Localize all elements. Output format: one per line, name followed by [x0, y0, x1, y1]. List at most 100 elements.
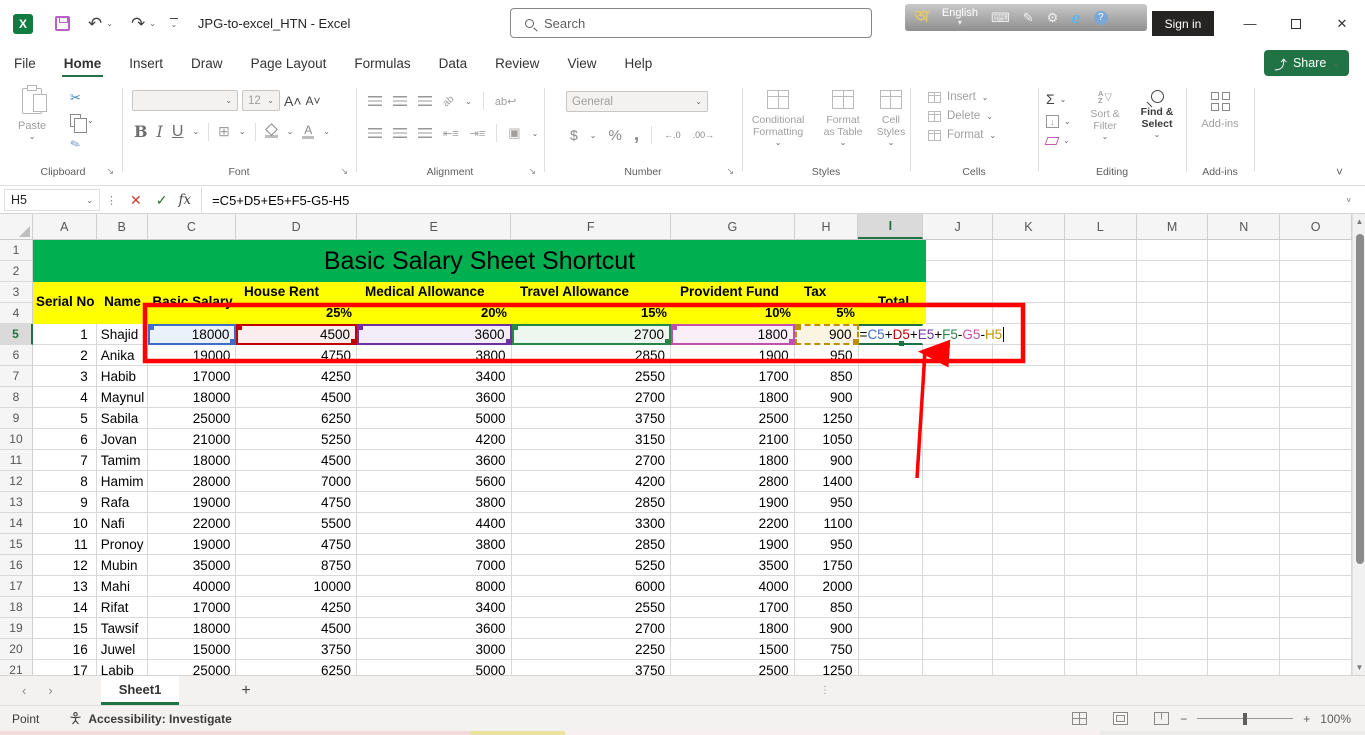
- font-name-combo[interactable]: ⌄: [132, 90, 238, 111]
- cell-M4[interactable]: [1137, 303, 1209, 324]
- cell-J8[interactable]: [923, 387, 993, 408]
- cell-C11[interactable]: 18000: [148, 450, 237, 471]
- column-header-H[interactable]: H: [795, 214, 859, 239]
- cell-A17[interactable]: 13: [33, 576, 97, 597]
- share-button[interactable]: ⤴ Share ⌄: [1264, 50, 1349, 76]
- cell-E15[interactable]: 3800: [357, 534, 512, 555]
- cell-M8[interactable]: [1137, 387, 1209, 408]
- cell-M1[interactable]: [1137, 240, 1209, 261]
- accessibility-status[interactable]: Accessibility: Investigate: [69, 712, 231, 726]
- column-header-A[interactable]: A: [33, 214, 97, 239]
- cell-H21[interactable]: 1250: [795, 660, 859, 675]
- row-header-8[interactable]: 8: [0, 387, 33, 408]
- cell-F8[interactable]: 2700: [512, 387, 672, 408]
- cell-L14[interactable]: [1065, 513, 1137, 534]
- cell-E10[interactable]: 4200: [357, 429, 512, 450]
- format-painter-icon[interactable]: ✎: [68, 131, 95, 152]
- cell-L17[interactable]: [1065, 576, 1137, 597]
- cell-C6[interactable]: 19000: [148, 345, 237, 366]
- select-all-button[interactable]: [0, 214, 33, 239]
- cell-H15[interactable]: 950: [795, 534, 859, 555]
- cell-E9[interactable]: 5000: [357, 408, 512, 429]
- cell-J16[interactable]: [923, 555, 993, 576]
- cell-G9[interactable]: 2500: [671, 408, 795, 429]
- copy-button[interactable]: ⌄: [70, 114, 94, 127]
- cell-A10[interactable]: 6: [33, 429, 97, 450]
- cell-E19[interactable]: 3600: [357, 618, 512, 639]
- cell-K15[interactable]: [993, 534, 1065, 555]
- sort-filter-button[interactable]: AZ▽ Sort & Filter⌄: [1082, 90, 1128, 141]
- cell-C15[interactable]: 19000: [148, 534, 237, 555]
- formula-input[interactable]: =C5+D5+E5+F5-G5-H5: [201, 187, 1332, 213]
- cell-K21[interactable]: [993, 660, 1065, 675]
- language-bar[interactable]: অ English▾ ⌨ ✎ ⚙ e ?: [905, 4, 1147, 31]
- cell-E16[interactable]: 7000: [357, 555, 512, 576]
- cell-F20[interactable]: 2250: [512, 639, 672, 660]
- cell-D10[interactable]: 5250: [236, 429, 357, 450]
- cell-E7[interactable]: 3400: [357, 366, 512, 387]
- zoom-in-button[interactable]: +: [1303, 712, 1310, 726]
- cell-G15[interactable]: 1900: [671, 534, 795, 555]
- cell-A9[interactable]: 5: [33, 408, 97, 429]
- orientation-icon[interactable]: ab: [441, 93, 457, 109]
- cell-I17[interactable]: [859, 576, 924, 597]
- cell-A12[interactable]: 8: [33, 471, 97, 492]
- cell-G8[interactable]: 1800: [671, 387, 795, 408]
- cell-E11[interactable]: 3600: [357, 450, 512, 471]
- cell-K16[interactable]: [993, 555, 1065, 576]
- cell-G12[interactable]: 2800: [671, 471, 795, 492]
- align-top-icon[interactable]: [368, 96, 382, 106]
- cell-J15[interactable]: [923, 534, 993, 555]
- cell-A16[interactable]: 12: [33, 555, 97, 576]
- cell-H14[interactable]: 1100: [795, 513, 859, 534]
- row-header-21[interactable]: 21: [0, 660, 33, 675]
- cell-O12[interactable]: [1280, 471, 1352, 492]
- cell-I20[interactable]: [859, 639, 924, 660]
- cell-E14[interactable]: 4400: [357, 513, 512, 534]
- column-header-N[interactable]: N: [1208, 214, 1280, 239]
- cell-K6[interactable]: [993, 345, 1065, 366]
- row-header-12[interactable]: 12: [0, 471, 33, 492]
- cell-K19[interactable]: [993, 618, 1065, 639]
- cell-D5[interactable]: 4500: [236, 324, 357, 345]
- decrease-decimal-icon[interactable]: .00→: [693, 130, 715, 140]
- cell-M5[interactable]: [1137, 324, 1209, 345]
- cell-B16[interactable]: Mubin: [97, 555, 148, 576]
- cell-J14[interactable]: [923, 513, 993, 534]
- cell-E12[interactable]: 5600: [357, 471, 512, 492]
- cell-N17[interactable]: [1208, 576, 1280, 597]
- cell-C20[interactable]: 15000: [148, 639, 237, 660]
- cell-N12[interactable]: [1208, 471, 1280, 492]
- cell-E13[interactable]: 3800: [357, 492, 512, 513]
- cell-N5[interactable]: [1208, 324, 1280, 345]
- cell-N9[interactable]: [1208, 408, 1280, 429]
- cell-N8[interactable]: [1208, 387, 1280, 408]
- column-header-F[interactable]: F: [511, 214, 671, 239]
- cell-I18[interactable]: [859, 597, 924, 618]
- cell-I7[interactable]: [859, 366, 924, 387]
- cell-O17[interactable]: [1280, 576, 1352, 597]
- cell-I9[interactable]: [859, 408, 924, 429]
- cell-M20[interactable]: [1137, 639, 1209, 660]
- cell-J1[interactable]: [923, 240, 993, 261]
- cell-L12[interactable]: [1065, 471, 1137, 492]
- cell-A14[interactable]: 10: [33, 513, 97, 534]
- cell-I8[interactable]: [859, 387, 924, 408]
- conditional-formatting-button[interactable]: Conditional Formatting⌄: [746, 90, 810, 147]
- minimize-button[interactable]: —: [1227, 0, 1273, 47]
- new-sheet-button[interactable]: +: [241, 682, 250, 700]
- cell-F9[interactable]: 3750: [512, 408, 672, 429]
- cell-J6[interactable]: [923, 345, 993, 366]
- vertical-scroll-thumb[interactable]: [1356, 234, 1364, 564]
- cell-C8[interactable]: 18000: [148, 387, 237, 408]
- prev-sheet-icon[interactable]: ‹: [22, 683, 26, 698]
- cell-M18[interactable]: [1137, 597, 1209, 618]
- cell-C16[interactable]: 35000: [148, 555, 237, 576]
- cell-G6[interactable]: 1900: [671, 345, 795, 366]
- fill-button[interactable]: ↓⌄: [1046, 115, 1071, 128]
- cell-O5[interactable]: [1280, 324, 1352, 345]
- cell-N16[interactable]: [1208, 555, 1280, 576]
- avro-keyboard-icon[interactable]: অ: [915, 4, 929, 31]
- cell-N20[interactable]: [1208, 639, 1280, 660]
- cell-A18[interactable]: 14: [33, 597, 97, 618]
